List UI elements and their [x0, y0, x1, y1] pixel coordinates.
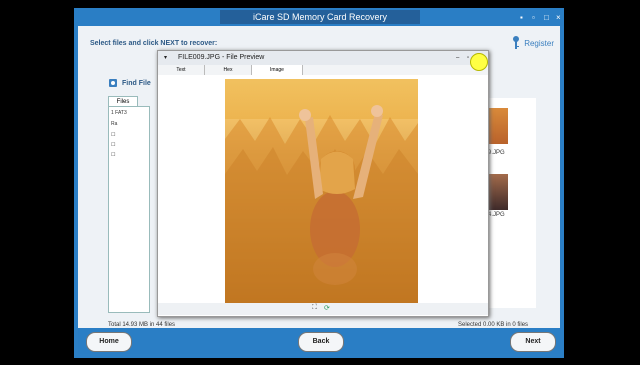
next-button[interactable]: Next — [510, 332, 556, 352]
find-file-icon — [109, 79, 117, 87]
register-label: Register — [524, 38, 554, 48]
thumbnail-label: 9.JPG — [488, 150, 505, 156]
minimize-icon[interactable]: – — [456, 51, 459, 65]
preview-tab-bar: Text Hex Image — [158, 65, 488, 75]
mini-mode-icon[interactable]: ▫ — [532, 13, 535, 22]
thumbnail-image[interactable] — [488, 174, 508, 210]
find-file-label: Find File — [122, 79, 151, 87]
thumbnail-image[interactable] — [488, 108, 508, 144]
thumbnail-panel: 9.JPG 4.JPG — [488, 98, 536, 308]
preview-image — [225, 79, 418, 303]
tab-image[interactable]: Image — [252, 65, 303, 75]
tree-root[interactable]: 1 FAT3 — [111, 110, 127, 116]
tree-folder[interactable]: Ra — [111, 121, 117, 127]
thumbnail-label: 4.JPG — [488, 212, 505, 218]
fit-to-window-icon[interactable]: ⛶ — [312, 304, 317, 312]
find-file-button[interactable]: Find File — [108, 78, 151, 88]
tree-item-checkbox[interactable]: ☐ — [111, 142, 115, 148]
preview-title: FILE009.JPG - File Preview — [178, 54, 265, 61]
home-button[interactable]: Home — [86, 332, 132, 352]
window-menu-icon[interactable]: ▾ — [164, 51, 167, 65]
file-preview-window: ▾ FILE009.JPG - File Preview – ▫ × Text … — [157, 50, 489, 317]
key-icon — [513, 36, 520, 49]
mouse-cursor-highlight — [470, 53, 488, 71]
instruction-text: Select files and click NEXT to recover: — [90, 40, 218, 47]
tab-hex[interactable]: Hex — [205, 65, 252, 75]
preview-footer: ⛶ ⟳ — [158, 303, 488, 315]
tree-item-checkbox[interactable]: ☐ — [111, 132, 115, 138]
maximize-icon[interactable]: □ — [544, 13, 549, 22]
back-button[interactable]: Back — [298, 332, 344, 352]
tree-item-checkbox[interactable]: ☐ — [111, 152, 115, 158]
close-icon[interactable]: × — [556, 13, 561, 22]
register-link[interactable]: Register — [512, 36, 554, 50]
title-bar: iCare SD Memory Card Recovery ▪ ▫ □ × — [74, 8, 564, 26]
window-title: iCare SD Memory Card Recovery — [220, 10, 420, 24]
minimize-icon[interactable]: ▪ — [520, 13, 523, 22]
preview-title-bar: ▾ FILE009.JPG - File Preview – ▫ × — [158, 51, 488, 65]
file-tree[interactable]: 1 FAT3 Ra ☐ ☐ ☐ — [108, 106, 150, 313]
bottom-bar: Home Back Next — [78, 328, 560, 354]
rotate-icon[interactable]: ⟳ — [324, 304, 330, 312]
restore-icon[interactable]: ▫ — [467, 51, 469, 65]
tab-text[interactable]: Text — [158, 65, 205, 75]
